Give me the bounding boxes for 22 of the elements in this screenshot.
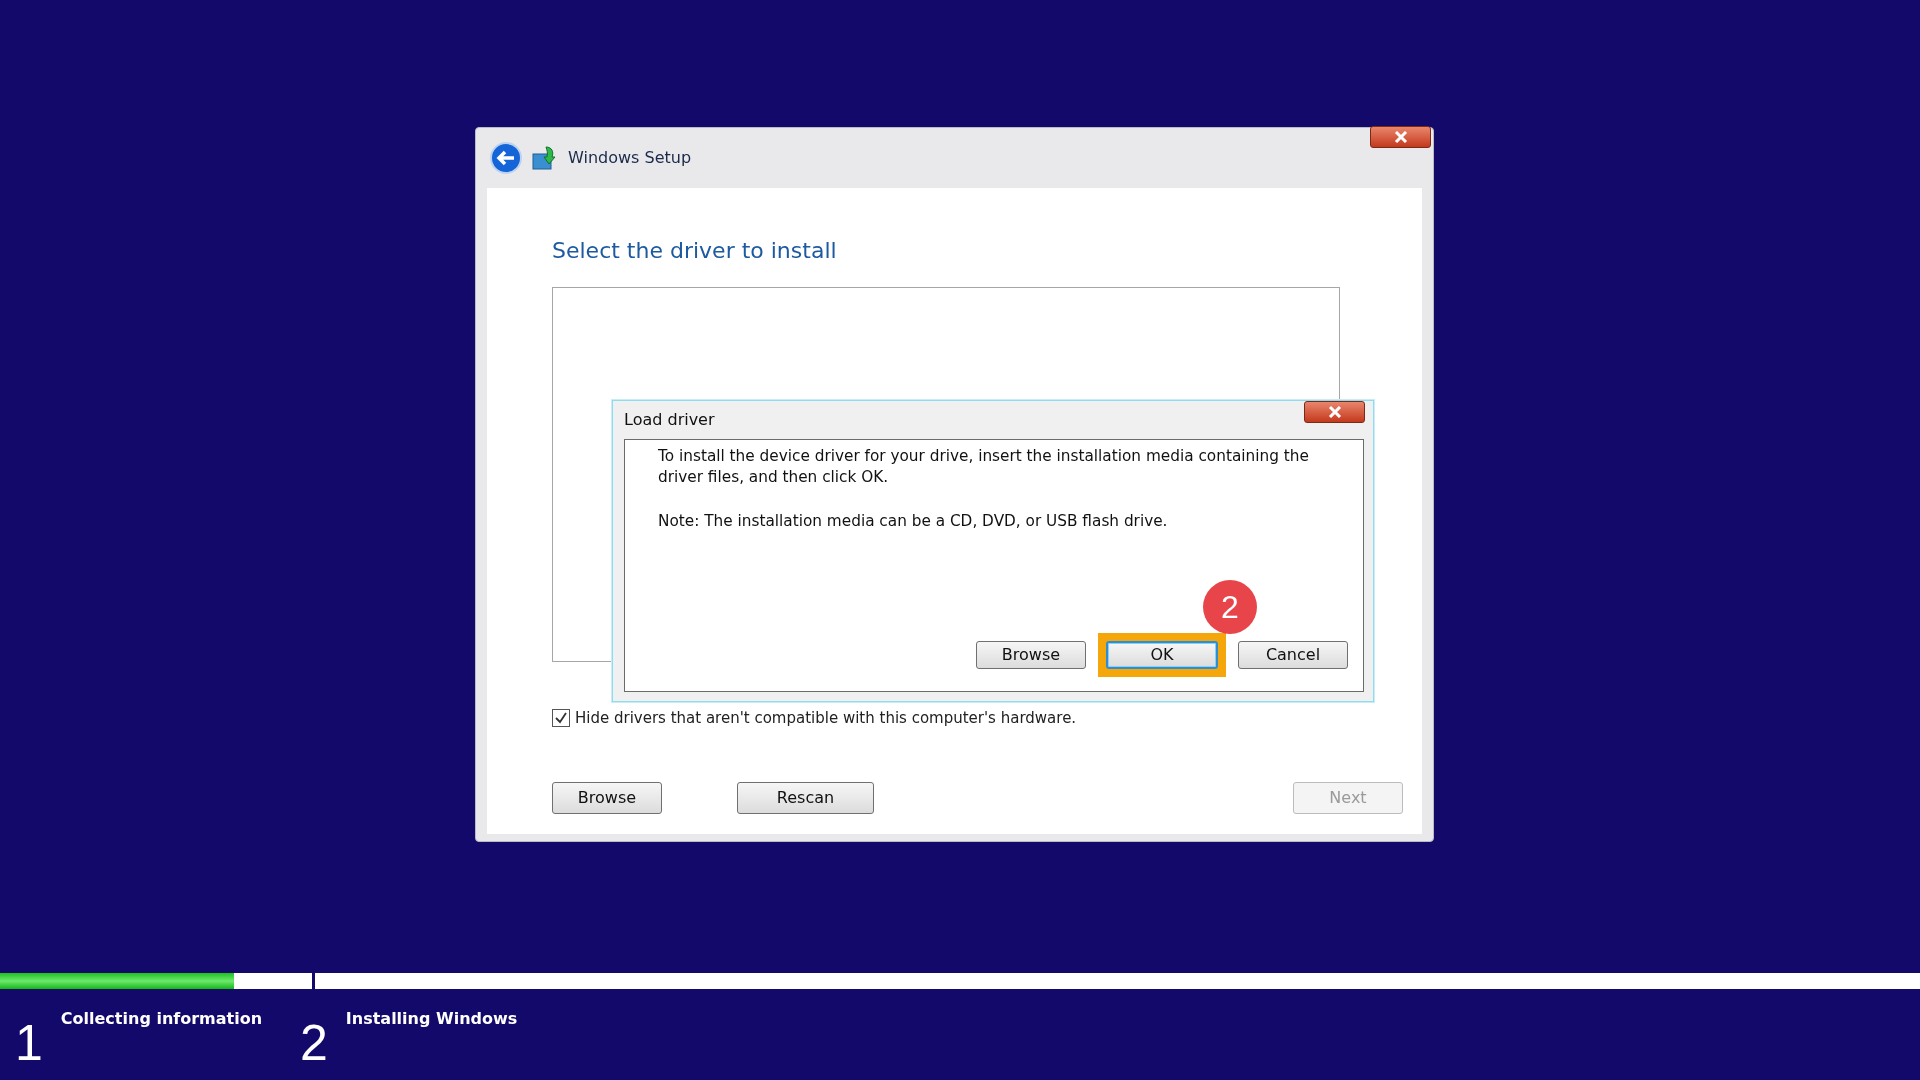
step-number: 2 [300, 1018, 328, 1073]
ok-button[interactable]: OK [1106, 641, 1218, 669]
dialog-message: Note: The installation media can be a CD, DVD, or USB flash drive. [658, 510, 1169, 532]
browse-button[interactable]: Browse [976, 641, 1086, 669]
checkbox-label: Hide drivers that aren't compatible with this computer's hardware. [575, 708, 1077, 729]
step-label: Collecting information [60, 1008, 263, 1030]
rescan-button[interactable]: Rescan [737, 781, 874, 814]
back-button[interactable] [490, 142, 522, 174]
close-button[interactable] [1304, 401, 1365, 423]
window-title: Windows Setup [568, 147, 692, 169]
close-icon [1393, 131, 1408, 143]
close-button[interactable] [1370, 126, 1431, 148]
step-label: Installing Windows [345, 1008, 518, 1030]
cancel-button[interactable]: Cancel [1238, 641, 1348, 669]
page-heading: Select the driver to install [552, 237, 838, 265]
dialog-message: To install the device driver for your drive, insert the installation media containing the driver files, and then click OK. [658, 446, 1310, 489]
step-number: 1 [15, 1018, 43, 1073]
checkbox[interactable] [552, 709, 570, 728]
browse-button[interactable]: Browse [552, 781, 662, 814]
setup-icon [532, 145, 558, 171]
close-icon [1327, 406, 1342, 418]
dialog-title: Load driver [624, 409, 715, 431]
